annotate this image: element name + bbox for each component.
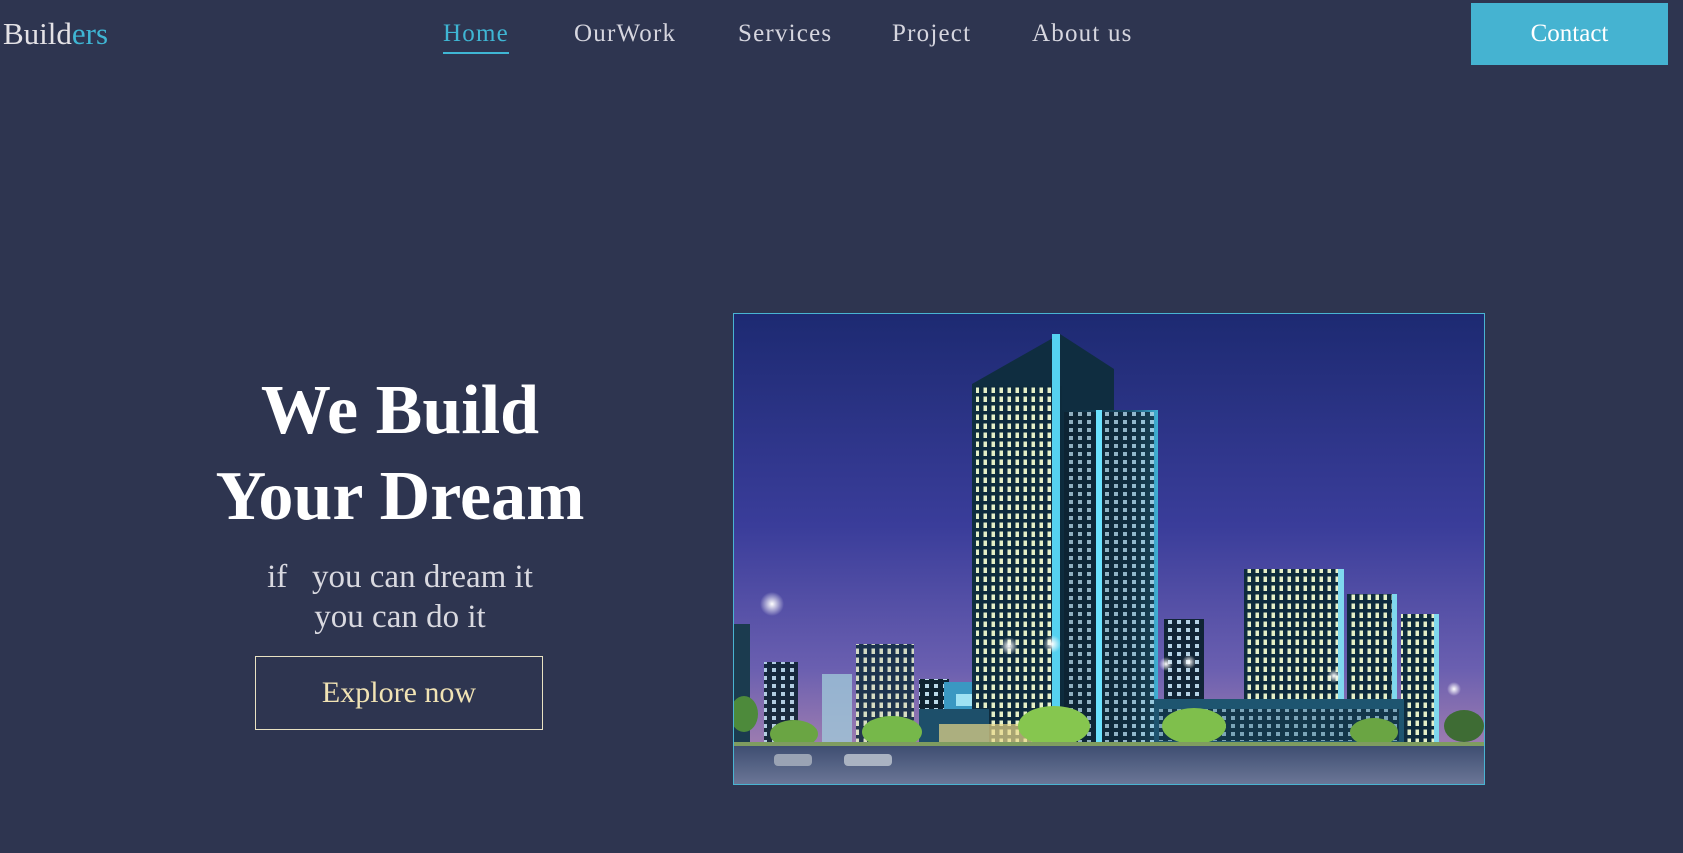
nav-item-home[interactable]: Home xyxy=(443,16,509,54)
hero-subtitle-line-1: if you can dream it xyxy=(267,559,533,595)
contact-button[interactable]: Contact xyxy=(1471,3,1668,65)
hero-title-line-1: We Build xyxy=(260,372,540,449)
logo-text-build: Build xyxy=(3,16,72,51)
hero-subtitle: if you can dream it you can do it xyxy=(200,557,600,637)
explore-now-button[interactable]: Explore now xyxy=(255,656,543,730)
nav-item-about-us[interactable]: About us xyxy=(1032,16,1133,52)
logo-text-ers: ers xyxy=(71,16,109,51)
hero-title: We Build Your Dream xyxy=(150,368,650,540)
hero-subtitle-line-2: you can do it xyxy=(314,599,486,635)
nav-item-project[interactable]: Project xyxy=(892,16,971,52)
nav-item-services[interactable]: Services xyxy=(738,16,832,52)
hero-building-image xyxy=(733,313,1485,785)
nav-item-ourwork[interactable]: OurWork xyxy=(574,16,676,52)
brand-logo[interactable]: Builders xyxy=(3,14,108,54)
hero-title-line-2: Your Dream xyxy=(215,458,585,535)
city-skyline-illustration xyxy=(734,314,1484,784)
